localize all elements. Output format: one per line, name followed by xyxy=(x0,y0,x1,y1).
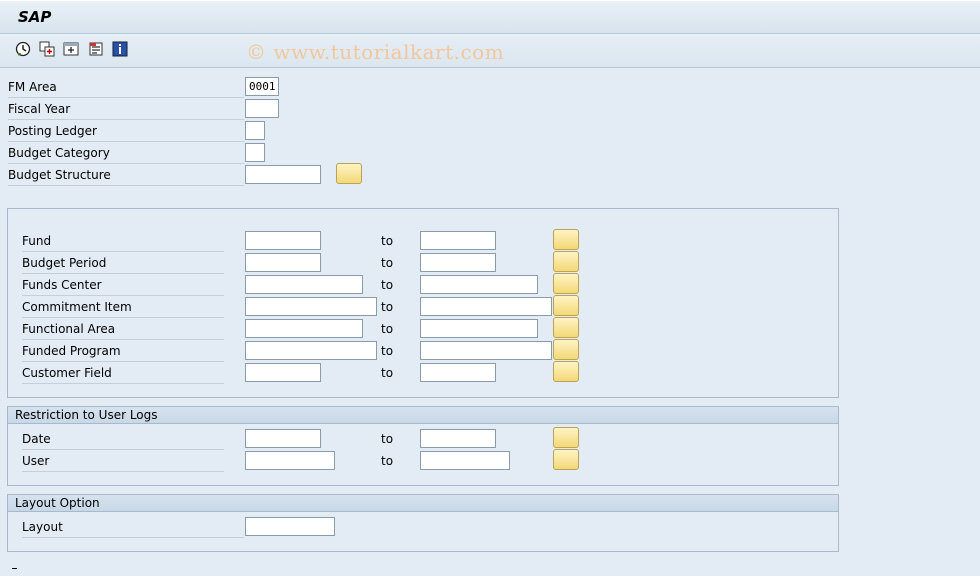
user-to-input[interactable] xyxy=(420,451,510,470)
commitment-item-label: Commitment Item xyxy=(22,297,224,318)
budget-structure-input[interactable] xyxy=(245,165,321,184)
budget-structure-label: Budget Structure xyxy=(8,165,244,186)
commitment-item-multiple-selection-button[interactable] xyxy=(553,295,579,316)
user-logs-box-title: Restriction to User Logs xyxy=(8,407,838,424)
funds-center-from-input[interactable] xyxy=(245,275,363,294)
layout-option-box-title: Layout Option xyxy=(8,495,838,512)
fund-multiple-selection-button[interactable] xyxy=(553,229,579,250)
page-title: SAP xyxy=(18,8,52,26)
funded-program-to-input[interactable] xyxy=(420,341,552,360)
funds-center-multiple-selection-button[interactable] xyxy=(553,273,579,294)
fiscal-year-input[interactable] xyxy=(245,99,279,118)
funded-program-label: Funded Program xyxy=(22,341,224,362)
fm-area-input[interactable]: 0001 xyxy=(245,77,279,96)
layout-input[interactable] xyxy=(245,517,335,536)
posting-ledger-label: Posting Ledger xyxy=(8,121,244,142)
funds-center-to-input[interactable] xyxy=(420,275,538,294)
fm-area-label: FM Area xyxy=(8,77,244,98)
customer-field-label: Customer Field xyxy=(22,363,224,384)
selection-options-icon[interactable] xyxy=(88,41,104,57)
funded-program-from-input[interactable] xyxy=(245,341,377,360)
application-toolbar: © www.tutorialkart.com xyxy=(0,34,980,68)
budget-structure-multiple-selection-button[interactable] xyxy=(336,163,362,184)
budget-period-from-input[interactable] xyxy=(245,253,321,272)
functional-area-from-input[interactable] xyxy=(245,319,363,338)
user-label: User xyxy=(22,451,224,472)
customer-field-multiple-selection-button[interactable] xyxy=(553,361,579,382)
budget-period-to-input[interactable] xyxy=(420,253,496,272)
funds-center-label: Funds Center xyxy=(22,275,224,296)
functional-area-multiple-selection-button[interactable] xyxy=(553,317,579,338)
text-cursor xyxy=(12,568,17,569)
commitment-item-to-label: to xyxy=(381,300,394,314)
get-variant-icon[interactable] xyxy=(39,41,55,57)
fund-label: Fund xyxy=(22,231,224,252)
info-icon[interactable] xyxy=(112,41,128,57)
funded-program-multiple-selection-button[interactable] xyxy=(553,339,579,360)
user-to-label: to xyxy=(381,454,394,468)
date-from-input[interactable] xyxy=(245,429,321,448)
execute-icon[interactable] xyxy=(15,41,31,57)
multiple-selection-icon[interactable] xyxy=(63,41,79,57)
layout-label: Layout xyxy=(22,517,244,538)
commitment-item-from-input[interactable] xyxy=(245,297,377,316)
functional-area-to-label: to xyxy=(381,322,394,336)
budget-period-multiple-selection-button[interactable] xyxy=(553,251,579,272)
functional-area-label: Functional Area xyxy=(22,319,224,340)
fund-to-input[interactable] xyxy=(420,231,496,250)
posting-ledger-input[interactable] xyxy=(245,121,265,140)
date-multiple-selection-button[interactable] xyxy=(553,427,579,448)
fund-to-label: to xyxy=(381,234,394,248)
budget-category-label: Budget Category xyxy=(8,143,244,164)
funded-program-to-label: to xyxy=(381,344,394,358)
commitment-item-to-input[interactable] xyxy=(420,297,552,316)
customer-field-from-input[interactable] xyxy=(245,363,321,382)
date-to-input[interactable] xyxy=(420,429,496,448)
fund-from-input[interactable] xyxy=(245,231,321,250)
fiscal-year-label: Fiscal Year xyxy=(8,99,244,120)
budget-category-input[interactable] xyxy=(245,143,265,162)
budget-period-label: Budget Period xyxy=(22,253,224,274)
user-multiple-selection-button[interactable] xyxy=(553,449,579,470)
watermark: © www.tutorialkart.com xyxy=(246,40,505,64)
customer-field-to-input[interactable] xyxy=(420,363,496,382)
funds-center-to-label: to xyxy=(381,278,394,292)
user-from-input[interactable] xyxy=(245,451,335,470)
budget-period-to-label: to xyxy=(381,256,394,270)
date-to-label: to xyxy=(381,432,394,446)
functional-area-to-input[interactable] xyxy=(420,319,538,338)
title-bar: SAP xyxy=(0,0,980,34)
customer-field-to-label: to xyxy=(381,366,394,380)
date-label: Date xyxy=(22,429,224,450)
